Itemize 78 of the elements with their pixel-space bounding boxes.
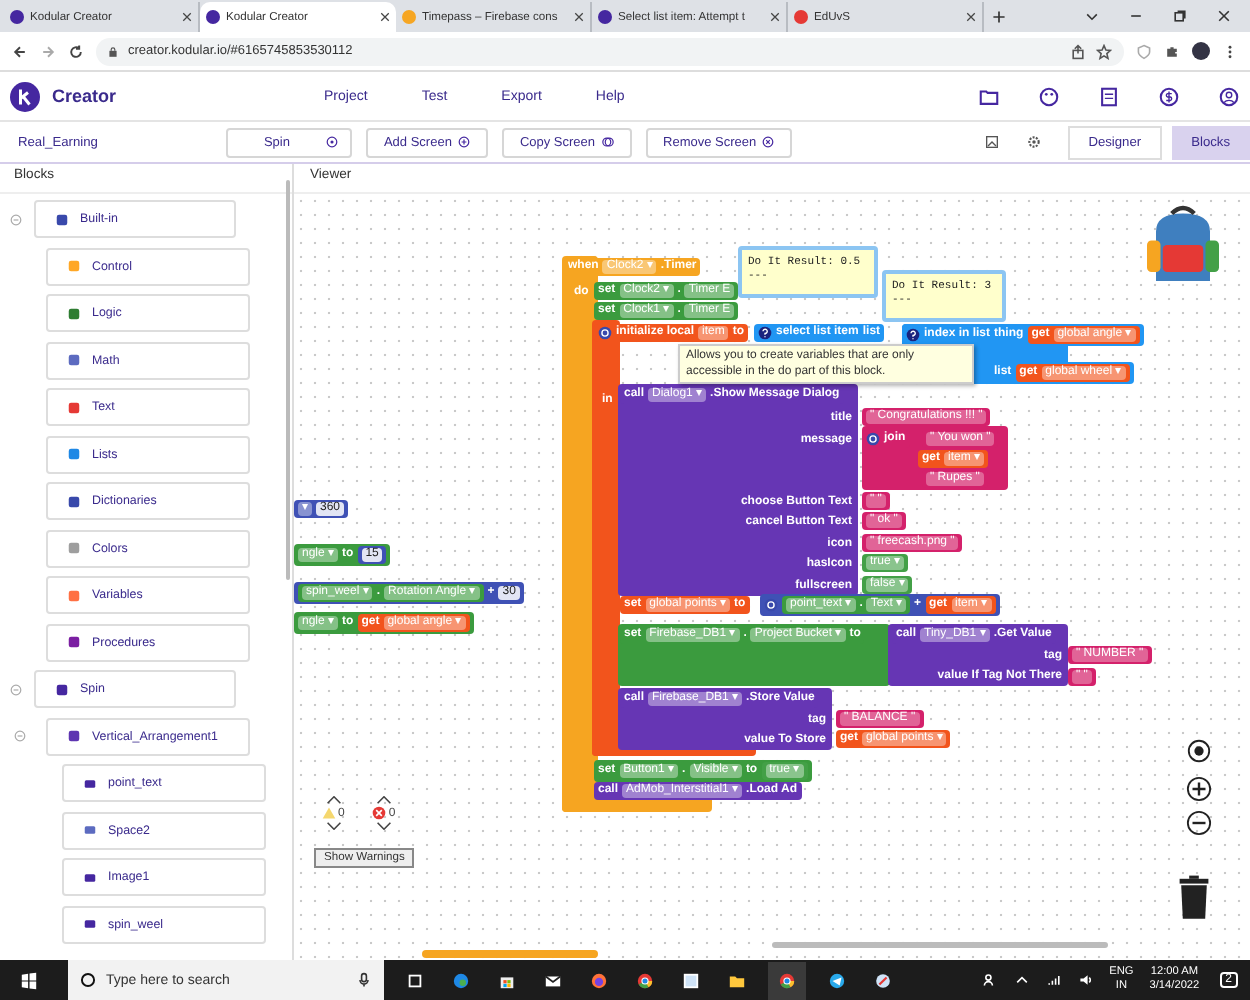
- category-icon: [56, 213, 68, 225]
- component-icon: [84, 824, 96, 836]
- trash-icon[interactable]: [1178, 874, 1210, 922]
- site-icon: [598, 10, 612, 24]
- remove-icon: [762, 136, 775, 148]
- task-view-icon[interactable]: [406, 971, 424, 989]
- category-icon: [68, 260, 80, 272]
- close-icon[interactable]: [574, 12, 584, 22]
- help-icon[interactable]: [758, 326, 772, 340]
- chevron-up-icon[interactable]: [1013, 972, 1030, 988]
- close-icon[interactable]: [770, 12, 780, 22]
- restore-icon[interactable]: [1172, 8, 1188, 24]
- component-icon: [84, 871, 96, 883]
- site-icon: [402, 10, 416, 24]
- zoom-in-icon[interactable]: [1186, 776, 1212, 802]
- firefox-icon[interactable]: [590, 971, 608, 989]
- network-icon[interactable]: [1045, 972, 1062, 988]
- scrollbar[interactable]: [772, 942, 1108, 948]
- close-icon[interactable]: [182, 12, 192, 22]
- category-icon: [68, 589, 80, 601]
- puzzle-icon[interactable]: [1164, 43, 1180, 59]
- edge-icon[interactable]: [452, 971, 470, 989]
- plus-icon: [457, 136, 470, 148]
- warning-icon: [322, 806, 336, 820]
- site-icon: [206, 10, 220, 24]
- category-icon: [68, 495, 80, 507]
- telegram-icon[interactable]: [828, 971, 846, 989]
- zoom-out-icon[interactable]: [1186, 810, 1212, 836]
- site-icon: [10, 10, 24, 24]
- mail-icon[interactable]: [544, 971, 562, 989]
- help-icon[interactable]: [906, 328, 920, 342]
- category-icon: [68, 401, 80, 413]
- category-icon: [68, 542, 80, 554]
- copy-icon: [601, 136, 614, 148]
- settings-icon[interactable]: [1026, 134, 1043, 150]
- site-icon: [794, 10, 808, 24]
- dollar-icon[interactable]: [1158, 85, 1180, 107]
- search-icon: [80, 972, 96, 988]
- microphone-icon[interactable]: [356, 972, 372, 988]
- component-icon: [84, 777, 96, 789]
- chevron-icon[interactable]: [1084, 8, 1100, 24]
- star-icon[interactable]: [1096, 43, 1112, 59]
- close-icon[interactable]: [380, 12, 390, 22]
- dropdown-icon: [325, 136, 338, 148]
- category-icon: [68, 354, 80, 366]
- chrome-icon[interactable]: [636, 971, 654, 989]
- new-tab-icon[interactable]: [992, 10, 1006, 24]
- speaker-icon[interactable]: [1077, 972, 1094, 988]
- avatar-icon[interactable]: [1192, 42, 1210, 60]
- scrollbar[interactable]: [286, 180, 290, 580]
- app-name: Creator: [52, 86, 117, 106]
- gear-icon[interactable]: [598, 326, 612, 340]
- component-icon: [84, 918, 96, 930]
- close-icon[interactable]: [1216, 8, 1232, 24]
- share-icon[interactable]: [1070, 43, 1086, 59]
- store-icon[interactable]: [498, 971, 516, 989]
- chrome-icon[interactable]: [768, 961, 806, 999]
- image-icon[interactable]: [984, 134, 1001, 150]
- windows-logo-icon[interactable]: [20, 971, 38, 989]
- reload-icon[interactable]: [68, 43, 84, 59]
- logo-icon[interactable]: [10, 81, 40, 111]
- close-icon[interactable]: [966, 12, 976, 22]
- category-icon: [68, 730, 80, 742]
- category-icon: [68, 636, 80, 648]
- category-icon: [68, 448, 80, 460]
- recenter-icon[interactable]: [1186, 738, 1212, 764]
- error-icon: [372, 806, 387, 820]
- user-icon[interactable]: [1218, 85, 1240, 107]
- document-icon[interactable]: [1098, 85, 1120, 107]
- folder-icon[interactable]: [978, 85, 1000, 107]
- folder-icon[interactable]: [728, 971, 746, 989]
- gear-icon[interactable]: [866, 432, 880, 446]
- lock-icon: [108, 45, 118, 57]
- people-icon[interactable]: [981, 972, 998, 988]
- category-icon: [68, 307, 80, 319]
- gear-icon[interactable]: [764, 598, 778, 612]
- back-icon[interactable]: [12, 43, 28, 59]
- category-icon: [56, 683, 68, 695]
